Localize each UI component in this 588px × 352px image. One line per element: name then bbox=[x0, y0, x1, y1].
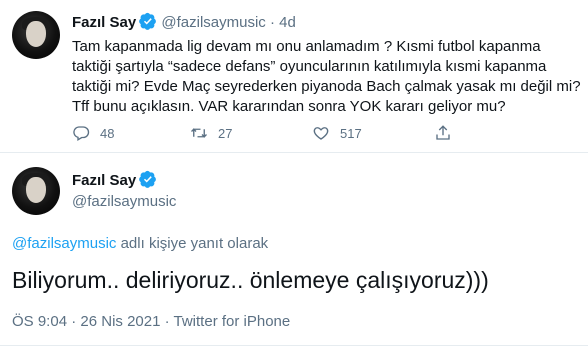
retweet-count: 27 bbox=[218, 125, 233, 141]
tweet-text-line: Tff bunu açıklasın. VAR kararından sonra… bbox=[72, 98, 506, 115]
retweet-icon bbox=[191, 128, 207, 138]
like-button[interactable]: 517 bbox=[312, 124, 362, 142]
tweet-time[interactable]: ÖS 9:04 bbox=[12, 313, 67, 330]
divider bbox=[0, 345, 588, 346]
tweet-text-line: taktiği şartıyla “sadece defans” oyuncul… bbox=[72, 58, 547, 75]
tweet-text: Tam kapanmada lig devam mı onu anlamadım… bbox=[72, 37, 581, 117]
tweet-text-line: Tam kapanmada lig devam mı onu anlamadım… bbox=[72, 38, 541, 55]
reply-button[interactable]: 48 bbox=[72, 124, 114, 142]
replying-to-link[interactable]: @fazilsaymusic bbox=[12, 235, 116, 252]
divider bbox=[0, 152, 588, 153]
reply-icon bbox=[73, 126, 90, 141]
reply-text: Biliyorum.. deliriyoruz.. önlemeye çalış… bbox=[12, 267, 489, 293]
share-button[interactable] bbox=[434, 124, 452, 142]
author-name[interactable]: Fazıl Say bbox=[72, 14, 136, 31]
author-name-row: Fazıl Say bbox=[72, 170, 157, 189]
verified-badge-icon bbox=[139, 12, 157, 30]
verified-badge-icon bbox=[139, 170, 157, 188]
author-handle[interactable]: @fazilsaymusic bbox=[161, 14, 265, 31]
share-icon bbox=[436, 125, 450, 140]
tweet-source[interactable]: Twitter for iPhone bbox=[160, 313, 290, 330]
like-count: 517 bbox=[340, 125, 362, 141]
tweet-time[interactable]: · 4d bbox=[270, 14, 296, 31]
avatar-face bbox=[26, 21, 46, 47]
author-name[interactable]: Fazıl Say bbox=[72, 172, 136, 189]
avatar[interactable] bbox=[12, 167, 60, 215]
tweet-text-line: taktiği mi? Evde Maç seyrederken piyanod… bbox=[72, 78, 581, 95]
tweet-meta: ÖS 9:0426 Nis 2021Twitter for iPhone bbox=[12, 313, 290, 330]
tweet-original[interactable]: Fazıl Say @fazilsaymusic · 4d Tam kapanm… bbox=[0, 0, 588, 150]
tweet-header: Fazıl Say @fazilsaymusic · 4d bbox=[72, 12, 296, 31]
author-handle[interactable]: @fazilsaymusic bbox=[72, 193, 176, 210]
avatar-face bbox=[26, 177, 46, 203]
replying-to-label: adlı kişiye yanıt olarak bbox=[116, 235, 269, 252]
tweet-actions: 48 27 517 bbox=[72, 124, 532, 146]
reply-count: 48 bbox=[100, 125, 115, 141]
retweet-button[interactable]: 27 bbox=[190, 124, 232, 142]
replying-to: @fazilsaymusic adlı kişiye yanıt olarak bbox=[12, 235, 268, 252]
tweet-date[interactable]: 26 Nis 2021 bbox=[67, 313, 160, 330]
like-icon bbox=[313, 127, 329, 140]
avatar[interactable] bbox=[12, 11, 60, 59]
